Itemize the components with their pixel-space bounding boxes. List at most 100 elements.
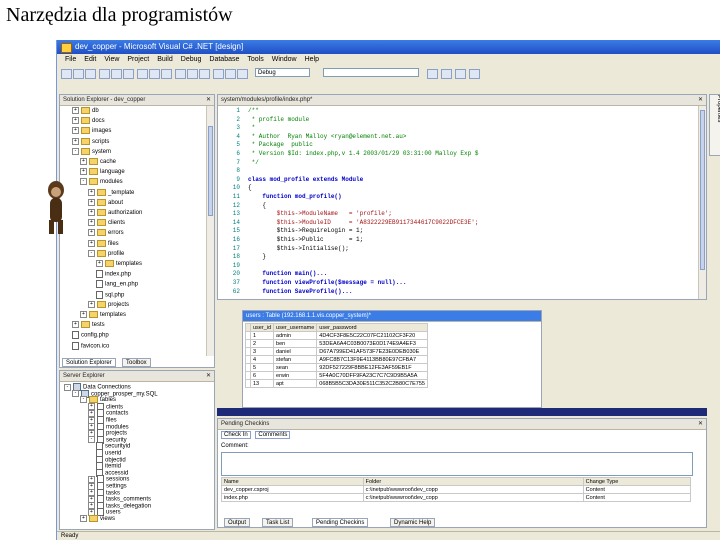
solution-config-combo[interactable]: Debug <box>255 68 310 77</box>
check-in-button[interactable]: Check In <box>221 431 251 439</box>
table-cell[interactable]: 5 <box>249 363 275 372</box>
table-cell[interactable]: ben <box>273 339 318 348</box>
expand-icon[interactable]: + <box>88 209 95 216</box>
table-cell[interactable]: daniel <box>273 347 318 356</box>
tab-toolbox[interactable]: Toolbox <box>122 358 151 367</box>
table-row[interactable]: 13 apt 068B5B5C3DA30E511C352C2B80C7E755 <box>245 379 428 388</box>
menu-item-view[interactable]: View <box>104 56 119 63</box>
table-cell[interactable]: 92DF527229F8BBE12FE3AF59EB1F <box>316 363 428 372</box>
list-item[interactable]: dev_copper.csproj c:\inetpub\wwwroot\dev_… <box>221 485 692 494</box>
tree-item[interactable]: index.php <box>96 270 131 279</box>
tree-item[interactable]: + templates <box>96 260 142 268</box>
menu-item-tools[interactable]: Tools <box>247 56 263 63</box>
table-cell[interactable]: D67A799ED41AF573F7E23E0DEB030E <box>316 347 428 356</box>
table-view-header[interactable]: users : Table (192.168.1.1.vis.copper_sy… <box>243 311 541 322</box>
table-row[interactable]: 2 ben 53DEA6A4C03B0073E0D174E9A4EF3 <box>245 339 428 348</box>
table-cell[interactable]: 6 <box>249 371 275 380</box>
tree-item[interactable]: + templates <box>80 311 126 319</box>
expand-icon[interactable]: + <box>72 127 79 135</box>
expand-icon[interactable]: + <box>88 229 95 237</box>
table-row[interactable]: 4 stefan A9FC8B7C13F9E4113BB80E97CFBA7 <box>245 355 428 364</box>
collapse-icon[interactable]: - <box>88 436 95 444</box>
toolbar-button[interactable] <box>427 69 438 79</box>
table-cell[interactable]: 1 <box>249 331 275 340</box>
table-cell[interactable]: 13 <box>249 379 275 388</box>
expand-icon[interactable]: + <box>88 300 95 308</box>
column-header[interactable]: Folder <box>362 477 584 486</box>
tree-item[interactable]: + tests <box>72 321 105 329</box>
expand-icon[interactable]: + <box>80 515 87 522</box>
tree-item[interactable]: + scripts <box>72 137 109 146</box>
menu-item-window[interactable]: Window <box>272 56 297 63</box>
expand-icon[interactable]: + <box>72 107 79 114</box>
column-header[interactable]: Change Type <box>582 477 692 486</box>
expand-icon[interactable]: + <box>72 117 79 125</box>
tree-item[interactable]: + files <box>88 239 119 248</box>
users-table[interactable]: user_id user_username user_password 1 admin 4… <box>245 323 428 388</box>
expand-icon[interactable]: + <box>72 137 79 145</box>
editor-tab[interactable]: system/modules/profile/index.php* ✕ <box>218 95 706 106</box>
table-cell[interactable]: 4 <box>249 355 275 364</box>
collapse-icon[interactable]: - <box>72 147 79 155</box>
tree-item[interactable]: + projects <box>88 300 129 309</box>
toolbar-button[interactable] <box>469 69 480 79</box>
column-header[interactable]: user_username <box>273 323 318 332</box>
tree-item[interactable]: - profile <box>88 249 124 258</box>
tree-item[interactable]: lang_en.php <box>96 280 138 289</box>
table-cell[interactable]: 4D4CF3F8E5C22C07FC21102CF3F20 <box>316 331 428 340</box>
table-cell[interactable]: stefan <box>273 355 318 364</box>
toolbar-button[interactable] <box>213 69 224 79</box>
collapse-icon[interactable]: - <box>88 249 95 257</box>
expand-icon[interactable]: + <box>96 260 103 267</box>
table-row[interactable]: 6 erwin 5F4A0C70DFF9FA23C7C7C9D9B5A5A <box>245 371 428 380</box>
toolbar-button[interactable] <box>161 69 172 79</box>
toolbar-button[interactable] <box>137 69 148 79</box>
menu-item-build[interactable]: Build <box>157 56 173 63</box>
expand-icon[interactable]: + <box>88 219 95 227</box>
menu-item-debug[interactable]: Debug <box>181 56 202 63</box>
list-item[interactable]: index.php c:\inetpub\wwwroot\dev_copp Cont… <box>221 493 692 502</box>
tree-item[interactable]: favicon.ico <box>72 341 109 350</box>
close-icon[interactable]: ✕ <box>206 95 211 105</box>
toolbar-button[interactable] <box>123 69 134 79</box>
toolbar-button[interactable] <box>73 69 84 79</box>
expand-icon[interactable]: + <box>72 321 79 329</box>
column-header[interactable]: Name <box>221 477 364 486</box>
table-cell[interactable]: admin <box>273 331 318 340</box>
tree-item[interactable]: + docs <box>72 117 105 125</box>
collapse-icon[interactable]: - <box>64 383 71 391</box>
tab-solution-explorer[interactable]: Solution Explorer <box>62 358 116 367</box>
expand-icon[interactable]: + <box>88 188 95 196</box>
tree-item[interactable]: + views <box>80 515 115 523</box>
toolbar-button[interactable] <box>149 69 160 79</box>
expand-icon[interactable]: + <box>80 168 87 176</box>
table-row[interactable]: 1 admin 4D4CF3F8E5C22C07FC21102CF3F20 <box>245 331 428 340</box>
menu-item-help[interactable]: Help <box>305 56 319 63</box>
expand-icon[interactable]: + <box>88 198 95 206</box>
table-row[interactable]: 5 sean 92DF527229F8BBE12FE3AF59EB1F <box>245 363 428 372</box>
find-combo[interactable] <box>323 68 419 77</box>
menu-item-edit[interactable]: Edit <box>84 56 96 63</box>
expand-icon[interactable]: + <box>80 311 87 318</box>
comments-button[interactable]: Comments <box>255 431 291 439</box>
table-cell[interactable]: 53DEA6A4C03B0073E0D174E9A4EF3 <box>316 339 428 348</box>
toolbar-button[interactable] <box>441 69 452 79</box>
toolbar-button[interactable] <box>455 69 466 79</box>
tab-dynamic-help[interactable]: Dynamic Help <box>390 518 436 527</box>
toolbar-button[interactable] <box>175 69 186 79</box>
table-cell[interactable]: apt <box>273 379 318 388</box>
table-row[interactable]: 3 daniel D67A799ED41AF573F7E23E0DEB030E <box>245 347 428 356</box>
editor-scrollbar[interactable] <box>698 106 706 299</box>
menu-item-project[interactable]: Project <box>127 56 149 63</box>
collapse-icon[interactable]: - <box>80 178 87 186</box>
tree-item[interactable]: - system <box>72 147 111 156</box>
table-cell[interactable]: A9FC8B7C13F9E4113BB80E97CFBA7 <box>316 355 428 364</box>
tree-item[interactable]: + language <box>80 168 125 176</box>
toolbar-button[interactable] <box>199 69 210 79</box>
column-header[interactable]: user_id <box>249 323 275 332</box>
toolbar-button[interactable] <box>187 69 198 79</box>
solution-scrollbar[interactable] <box>206 106 214 356</box>
table-cell[interactable]: erwin <box>273 371 318 380</box>
tree-item[interactable]: + images <box>72 127 111 135</box>
tree-item[interactable]: + errors <box>88 229 124 237</box>
